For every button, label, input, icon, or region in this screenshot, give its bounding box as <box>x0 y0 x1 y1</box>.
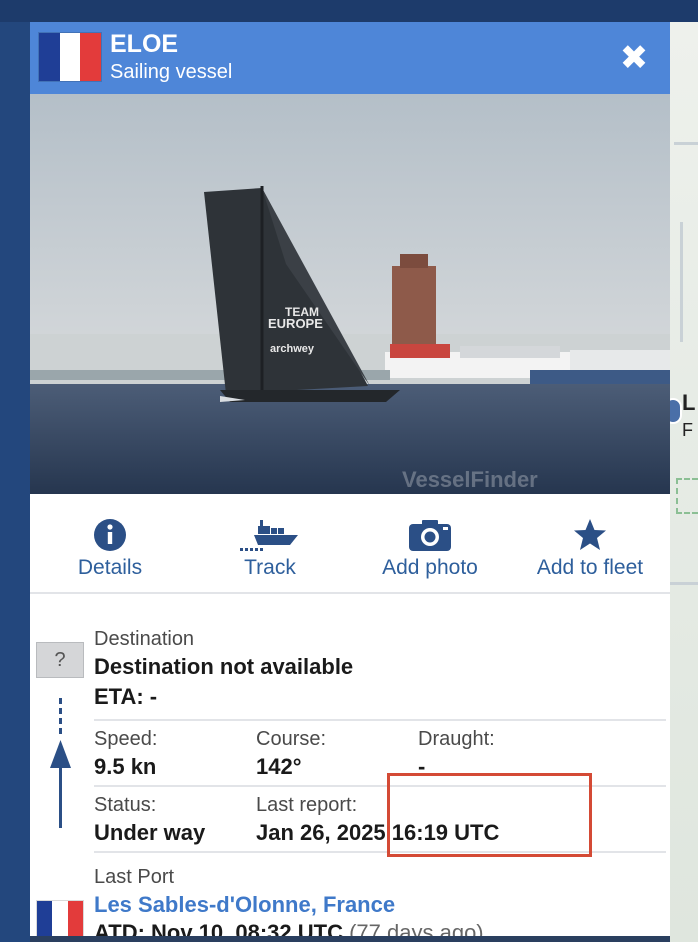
map-zone-outline <box>676 478 698 514</box>
track-label: Track <box>244 556 296 579</box>
sail-text-sponsor: archwey <box>270 343 315 355</box>
sail-text-europe: EUROPE <box>268 316 323 331</box>
close-button[interactable]: ✖ <box>614 38 654 78</box>
camera-icon <box>409 520 451 551</box>
voyage-info: ? Destination Destination not available … <box>30 594 670 942</box>
highlight-box <box>387 773 592 857</box>
star-icon <box>574 519 606 550</box>
add-photo-label: Add photo <box>382 556 478 579</box>
panel-bottom-bar <box>30 936 670 942</box>
map-label-secondary: F <box>682 420 693 440</box>
track-button[interactable]: Track <box>190 494 350 594</box>
details-button[interactable]: Details <box>30 494 190 594</box>
status-value: Under way <box>94 820 206 845</box>
vessel-name: ELOE <box>110 30 179 58</box>
vessel-type: Sailing vessel <box>110 61 233 83</box>
france-flag-icon <box>38 32 102 82</box>
last-port-link[interactable]: Les Sables-d'Olonne, France <box>94 892 395 918</box>
destination-label: Destination <box>94 628 195 650</box>
last-port-flag-icon <box>36 900 84 938</box>
add-to-fleet-label: Add to fleet <box>536 556 644 579</box>
left-sidebar-strip <box>0 22 30 942</box>
vessel-photo[interactable]: TEAM EUROPE archwey VesselFinder <box>30 94 670 494</box>
last-port-label: Last Port <box>94 866 175 888</box>
map-label: L <box>682 390 696 415</box>
course-arrow-icon <box>50 698 71 828</box>
last-report-label: Last report: <box>256 794 358 816</box>
add-photo-button[interactable]: Add photo <box>350 494 510 594</box>
status-label: Status: <box>94 794 157 816</box>
add-to-fleet-button[interactable]: Add to fleet <box>510 494 670 594</box>
divider <box>94 719 666 721</box>
panel-header: ELOE Sailing vessel ✖ <box>30 22 670 94</box>
destination-unknown-badge: ? <box>36 642 84 678</box>
info-icon <box>94 519 126 551</box>
course-value: 142° <box>256 754 302 779</box>
speed-value: 9.5 kn <box>94 754 157 779</box>
draught-label: Draught: <box>418 728 495 750</box>
details-label: Details <box>77 556 143 579</box>
eta-value: ETA: - <box>94 684 158 709</box>
ship-track-icon <box>240 520 298 551</box>
photo-watermark: VesselFinder <box>402 467 538 492</box>
speed-label: Speed: <box>94 728 158 750</box>
course-label: Course: <box>256 728 327 750</box>
destination-value: Destination not available <box>94 654 354 679</box>
action-bar: Details Track Add photo Add to fleet <box>30 494 670 594</box>
top-bar <box>0 0 698 22</box>
